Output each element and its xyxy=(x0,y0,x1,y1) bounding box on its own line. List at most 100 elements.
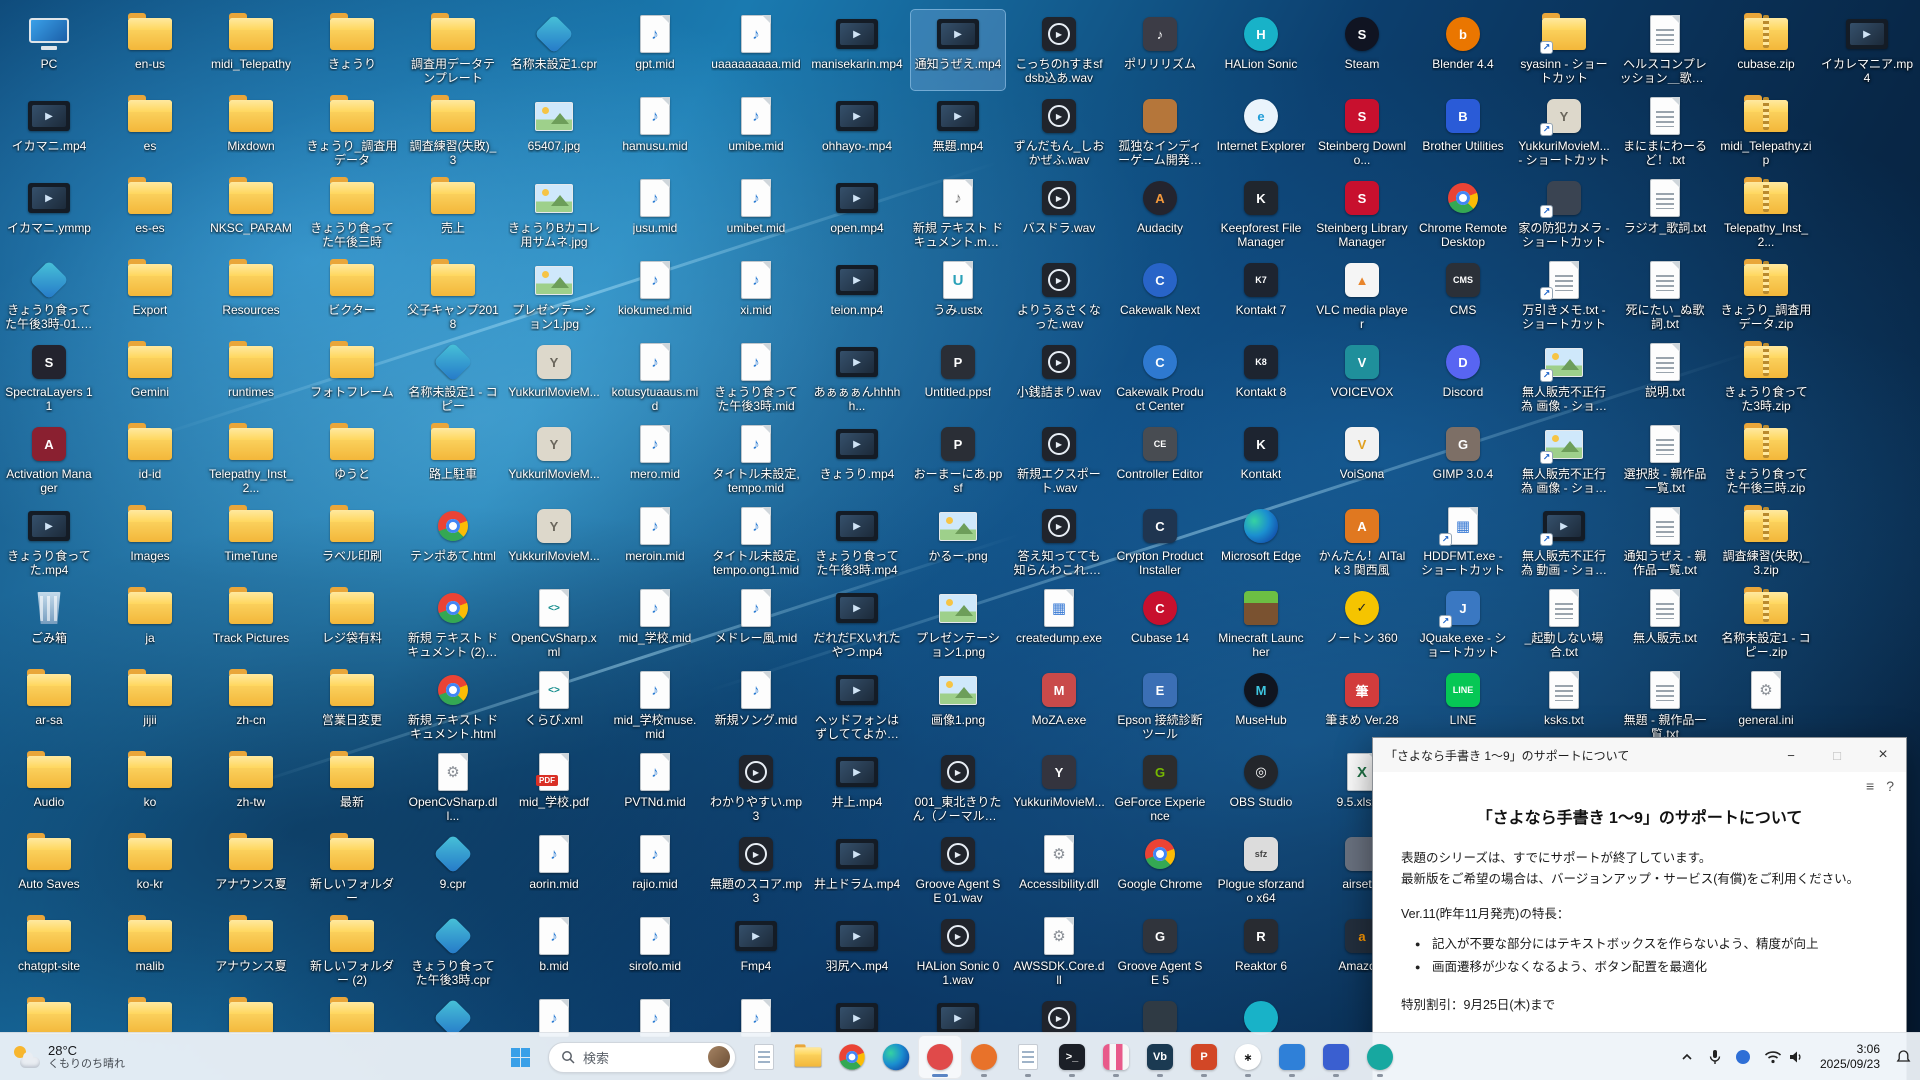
desktop-icon[interactable]: 名称未設定1 - コピー.zip xyxy=(1719,584,1813,664)
desktop-icon[interactable]: ♪PVTNd.mid xyxy=(608,748,702,828)
desktop-icon[interactable]: Aかんたん！AITalk 3 関西風 xyxy=(1315,502,1409,582)
desktop-icon[interactable]: ar-sa xyxy=(2,666,96,746)
desktop-icon[interactable]: PC xyxy=(2,10,96,90)
desktop-icon[interactable]: GGIMP 3.0.4 xyxy=(1416,420,1510,500)
desktop-icon[interactable]: ♪新規 テキスト ドキュメント.musicxml xyxy=(911,174,1005,254)
taskbar-app-chatgpt[interactable]: ∗ xyxy=(1226,1035,1270,1079)
desktop-icon[interactable]: ↗無人販売不正行為 画像 - ショートカット xyxy=(1517,338,1611,418)
desktop-icon[interactable]: 名称未設定1 - コピー xyxy=(406,338,500,418)
desktop-icon[interactable]: ♪umibe.mid xyxy=(709,92,803,172)
taskbar-app-edge[interactable] xyxy=(874,1035,918,1079)
notification-center-button[interactable] xyxy=(1889,1037,1918,1077)
desktop-icon[interactable]: chatgpt-site xyxy=(2,912,96,992)
desktop-icon[interactable]: ♪きょうり食ってた午後3時.mid xyxy=(709,338,803,418)
desktop-icon[interactable]: 選択肢 - 親作品一覧.txt xyxy=(1618,420,1712,500)
desktop-icon[interactable]: SSteam xyxy=(1315,10,1409,90)
desktop-icon[interactable]: ▶open.mp4 xyxy=(810,174,904,254)
desktop-icon[interactable]: テンポあて.html xyxy=(406,502,500,582)
desktop-icon[interactable]: アナウンス夏 xyxy=(204,912,298,992)
desktop-icon[interactable]: ▶イカレマニア.mp4 xyxy=(1820,10,1914,90)
desktop-icon[interactable]: es-es xyxy=(103,174,197,254)
dialog-titlebar[interactable]: 「さよなら手書き 1〜9」のサポートについて − □ × xyxy=(1373,738,1906,772)
desktop-icon[interactable]: Export xyxy=(103,256,197,336)
taskbar-clock[interactable]: 3:06 2025/09/23 xyxy=(1811,1042,1889,1072)
desktop-icon[interactable]: ◎OBS Studio xyxy=(1214,748,1308,828)
desktop-icon[interactable]: NKSC_PARAM xyxy=(204,174,298,254)
desktop-icon[interactable]: 新規 テキスト ドキュメント.html xyxy=(406,666,500,746)
desktop-icon[interactable]: <>OpenCvSharp.xml xyxy=(507,584,601,664)
desktop-icon[interactable]: ✓ノートン 360 xyxy=(1315,584,1409,664)
taskbar-app-piano-app[interactable] xyxy=(1094,1035,1138,1079)
desktop-icon[interactable]: ヘルスコンプレッション＿歌詞.txt xyxy=(1618,10,1712,90)
desktop-icon[interactable]: Auto Saves xyxy=(2,830,96,910)
desktop-icon[interactable]: GGroove Agent SE 5 xyxy=(1113,912,1207,992)
taskbar-app-file-explorer[interactable] xyxy=(786,1035,830,1079)
desktop-icon[interactable]: sfzPlogue sforzando x64 xyxy=(1214,830,1308,910)
desktop-icon[interactable]: 65407.jpg xyxy=(507,92,601,172)
desktop-icon[interactable]: RReaktor 6 xyxy=(1214,912,1308,992)
desktop-icon[interactable]: きょうり食ってた午後3時.cpr xyxy=(406,912,500,992)
desktop-icon[interactable]: きょうり xyxy=(305,10,399,90)
taskbar-app-red-circle-app[interactable] xyxy=(918,1035,962,1079)
desktop-icon[interactable]: SSteinberg Library Manager xyxy=(1315,174,1409,254)
desktop-icon[interactable]: MMoZA.exe xyxy=(1012,666,1106,746)
desktop-icon[interactable]: ▶きょうり.mp4 xyxy=(810,420,904,500)
desktop-icon[interactable]: Microsoft Edge xyxy=(1214,502,1308,582)
desktop-icon[interactable]: ▶ohhayo-.mp4 xyxy=(810,92,904,172)
desktop-icon[interactable]: CMSCMS xyxy=(1416,256,1510,336)
desktop-icon[interactable]: ♪mero.mid xyxy=(608,420,702,500)
desktop-icon[interactable]: ♪gpt.mid xyxy=(608,10,702,90)
desktop-icon[interactable]: Gemini xyxy=(103,338,197,418)
desktop-icon[interactable]: ▲VLC media player xyxy=(1315,256,1409,336)
desktop-icon[interactable]: Images xyxy=(103,502,197,582)
desktop-icon[interactable]: 調査用データテンプレート xyxy=(406,10,500,90)
desktop-icon[interactable]: midi_Telepathy.zip xyxy=(1719,92,1813,172)
desktop-icon[interactable]: ↗無人販売不正行為 画像 - ショートカット xyxy=(1517,420,1611,500)
desktop-icon[interactable]: プレゼンテーション1.jpg xyxy=(507,256,601,336)
desktop-icon[interactable]: EEpson 接続診断ツール xyxy=(1113,666,1207,746)
desktop-icon[interactable]: フォトフレーム xyxy=(305,338,399,418)
desktop-icon[interactable]: Minecraft Launcher xyxy=(1214,584,1308,664)
desktop-icon[interactable]: KKontakt xyxy=(1214,420,1308,500)
taskbar-app-document-app[interactable] xyxy=(1006,1035,1050,1079)
desktop-icon[interactable]: きょうり食ってた午後三時 xyxy=(305,174,399,254)
desktop-icon[interactable]: ▶001_東北きりたん（ノーマル）_テレパ... xyxy=(911,748,1005,828)
desktop-icon[interactable]: ↗家の防犯カメラ - ショートカット xyxy=(1517,174,1611,254)
desktop-icon[interactable]: ⚙OpenCvSharp.dll... xyxy=(406,748,500,828)
desktop-icon[interactable]: ♪mid_学校.mid xyxy=(608,584,702,664)
desktop-icon[interactable]: CEController Editor xyxy=(1113,420,1207,500)
desktop-icon[interactable]: AAudacity xyxy=(1113,174,1207,254)
desktop-icon[interactable]: ▦createdump.exe xyxy=(1012,584,1106,664)
desktop-icon[interactable]: PUntitled.ppsf xyxy=(911,338,1005,418)
desktop-icon[interactable]: 通知うぜえ - 親作品一覧.txt xyxy=(1618,502,1712,582)
desktop-icon[interactable]: ↗万引きメモ.txt - ショートカット xyxy=(1517,256,1611,336)
desktop-icon[interactable]: Telepathy_Inst_2... xyxy=(1719,174,1813,254)
desktop-icon[interactable]: Telepathy_Inst_2... xyxy=(204,420,298,500)
desktop-icon[interactable]: ♪kiokumed.mid xyxy=(608,256,702,336)
desktop-icon[interactable]: ▶だれだFXいれたやつ.mp4 xyxy=(810,584,904,664)
weather-widget[interactable]: 28°C くもりのち晴れ xyxy=(4,1036,135,1077)
search-box[interactable]: 検索 xyxy=(548,1042,736,1073)
desktop-icon[interactable]: bBlender 4.4 xyxy=(1416,10,1510,90)
close-button[interactable]: × xyxy=(1860,738,1906,772)
desktop-icon[interactable]: id-id xyxy=(103,420,197,500)
desktop-icon[interactable]: ♪kotusytuaaus.mid xyxy=(608,338,702,418)
desktop-icon[interactable]: VVoiSona xyxy=(1315,420,1409,500)
desktop-icon[interactable]: きょうり食ってた午後三時.zip xyxy=(1719,420,1813,500)
start-button[interactable] xyxy=(498,1035,542,1079)
desktop-icon[interactable]: ♪jusu.mid xyxy=(608,174,702,254)
desktop-icon[interactable]: ja xyxy=(103,584,197,664)
desktop-icon[interactable]: ksks.txt xyxy=(1517,666,1611,746)
desktop-icon[interactable]: 新しいフォルダー xyxy=(305,830,399,910)
tray-app-button[interactable] xyxy=(1729,1037,1757,1077)
desktop-icon[interactable]: ▶よりうるさくなった.wav xyxy=(1012,256,1106,336)
taskbar-app-notepad[interactable] xyxy=(742,1035,786,1079)
desktop-icon[interactable]: 路上駐車 xyxy=(406,420,500,500)
desktop-icon[interactable]: 調査練習(失敗)_3.zip xyxy=(1719,502,1813,582)
desktop-icon[interactable]: CCrypton Product Installer xyxy=(1113,502,1207,582)
desktop-icon[interactable]: PDFmid_学校.pdf xyxy=(507,748,601,828)
desktop-icon[interactable]: ♪meroin.mid xyxy=(608,502,702,582)
microphone-tray-button[interactable] xyxy=(1701,1037,1729,1077)
desktop-icon[interactable]: malib xyxy=(103,912,197,992)
desktop-icon[interactable]: eInternet Explorer xyxy=(1214,92,1308,172)
